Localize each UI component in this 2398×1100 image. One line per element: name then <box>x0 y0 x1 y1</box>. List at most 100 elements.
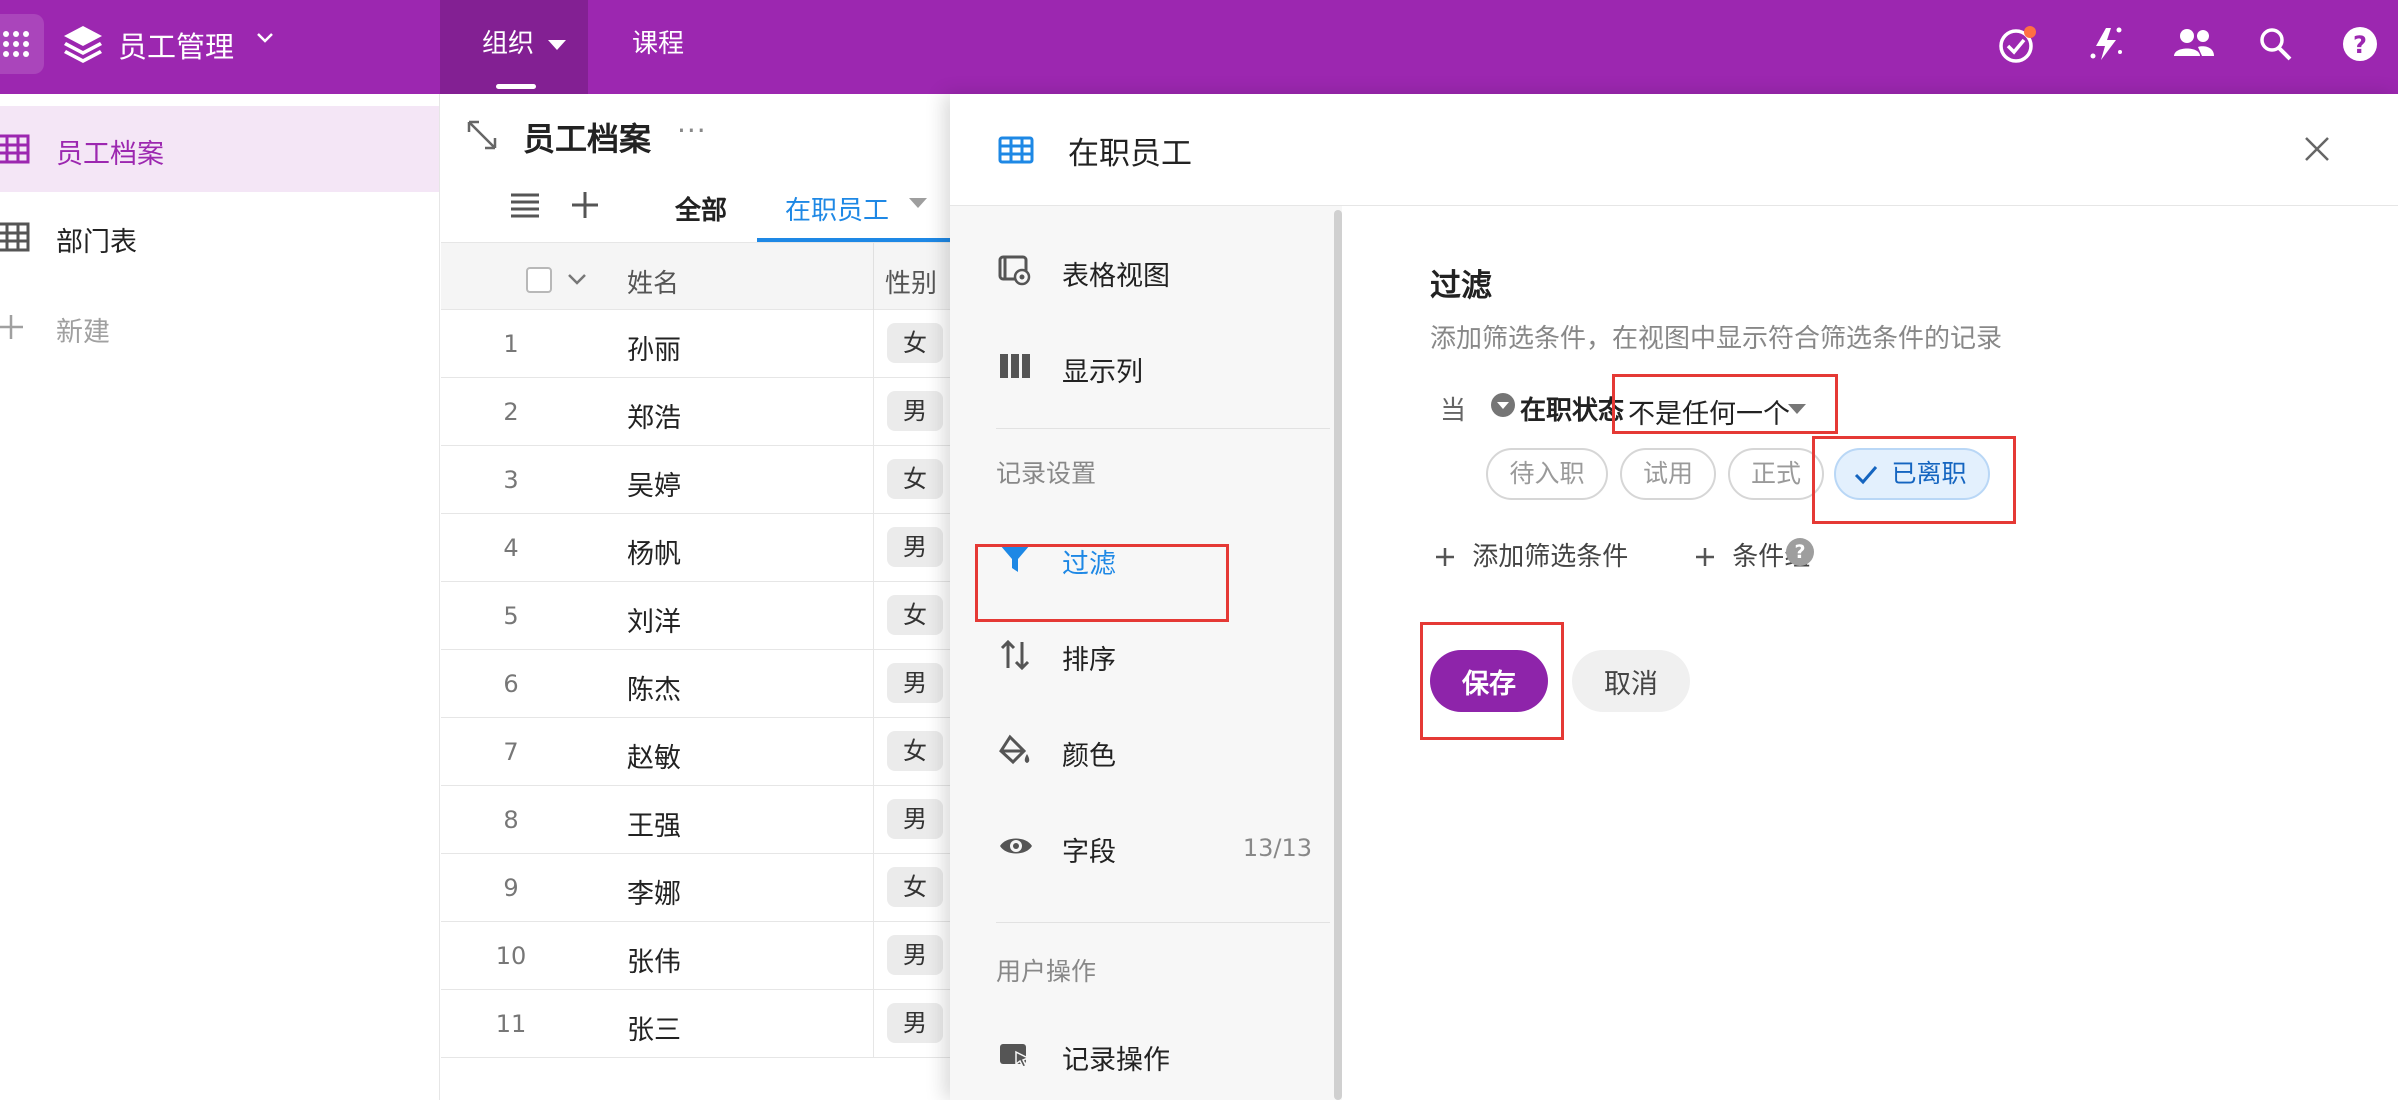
app-name[interactable]: 员工管理 <box>118 24 234 66</box>
sidebar-item-employee-records[interactable]: 员工档案 <box>0 106 439 192</box>
nav-item-fields[interactable]: 字段 13/13 <box>950 804 1330 890</box>
nav-item-color[interactable]: 颜色 <box>950 708 1330 794</box>
caret-down-icon[interactable] <box>909 198 927 208</box>
table-row[interactable]: 1 孙丽 女 <box>441 310 951 378</box>
row-number: 6 <box>503 670 519 698</box>
row-number: 10 <box>495 942 527 970</box>
cell-gender-tag[interactable]: 女 <box>887 459 943 499</box>
option-chip-regular[interactable]: 正式 <box>1728 448 1824 500</box>
cell-name[interactable]: 陈杰 <box>627 668 681 707</box>
table-row[interactable]: 5 刘洋 女 <box>441 582 951 650</box>
cell-name[interactable]: 王强 <box>627 804 681 843</box>
nav-item-label: 字段 <box>1062 837 1116 868</box>
sidebar-item-departments[interactable]: 部门表 <box>0 194 439 280</box>
cell-gender-tag[interactable]: 女 <box>887 867 943 907</box>
sort-icon <box>1000 639 1030 671</box>
column-divider <box>873 243 874 311</box>
cell-gender-tag[interactable]: 女 <box>887 731 943 771</box>
cell-gender-tag[interactable]: 男 <box>887 799 943 839</box>
cell-name[interactable]: 赵敏 <box>627 736 681 775</box>
view-tab-active-employees[interactable]: 在职员工 <box>785 190 889 227</box>
nav-divider <box>996 428 1330 429</box>
table-row[interactable]: 7 赵敏 女 <box>441 718 951 786</box>
team-icon[interactable] <box>2172 22 2216 64</box>
table-row[interactable]: 9 李娜 女 <box>441 854 951 922</box>
table-icon <box>0 222 30 252</box>
nav-item-display-columns[interactable]: 显示列 <box>950 324 1330 410</box>
automation-bolt-icon[interactable] <box>2086 22 2126 64</box>
option-chip-pending[interactable]: 待入职 <box>1486 448 1608 500</box>
table-row[interactable]: 11 张三 男 <box>441 990 951 1058</box>
close-icon[interactable] <box>2302 134 2332 164</box>
table-row[interactable]: 4 杨帆 男 <box>441 514 951 582</box>
cell-name[interactable]: 吴婷 <box>627 464 681 503</box>
filter-description: 添加筛选条件，在视图中显示符合筛选条件的记录 <box>1430 324 2003 354</box>
help-icon[interactable]: ? <box>2340 22 2380 64</box>
apps-grid-button[interactable] <box>0 14 44 74</box>
dropdown-field-icon <box>1491 393 1515 417</box>
view-tab-all[interactable]: 全部 <box>675 190 727 227</box>
option-chip-probation[interactable]: 试用 <box>1620 448 1716 500</box>
chevron-down-icon[interactable] <box>567 273 587 285</box>
svg-text:?: ? <box>2353 31 2367 59</box>
cell-name[interactable]: 张伟 <box>627 940 681 979</box>
cell-name[interactable]: 孙丽 <box>627 328 681 367</box>
cell-name[interactable]: 张三 <box>627 1008 681 1047</box>
row-number: 9 <box>503 874 519 902</box>
more-options-icon[interactable]: ··· <box>677 114 707 147</box>
column-divider <box>873 582 874 649</box>
settings-nav: 表格视图 显示列 记录设置 过滤 排序 颜色 字段 13/13 用户操作 记录操… <box>950 206 1342 1100</box>
add-condition-label: 添加筛选条件 <box>1472 542 1629 572</box>
column-divider <box>873 854 874 921</box>
highlight-box-filter-nav <box>975 544 1229 622</box>
column-header-name[interactable]: 姓名 <box>627 263 679 300</box>
help-icon[interactable]: ? <box>1786 538 1814 566</box>
cell-gender-tag[interactable]: 男 <box>887 1003 943 1043</box>
nav-active-indicator <box>496 84 536 89</box>
chevron-down-icon[interactable] <box>256 32 274 44</box>
table-icon <box>0 134 30 164</box>
table-row[interactable]: 6 陈杰 男 <box>441 650 951 718</box>
cell-gender-tag[interactable]: 男 <box>887 391 943 431</box>
nav-item-table-view[interactable]: 表格视图 <box>950 228 1330 314</box>
cell-name[interactable]: 刘洋 <box>627 600 681 639</box>
table-row[interactable]: 10 张伟 男 <box>441 922 951 990</box>
nav-tab-courses[interactable]: 课程 <box>632 0 684 94</box>
cell-gender-tag[interactable]: 男 <box>887 527 943 567</box>
nav-item-label: 表格视图 <box>1062 261 1170 292</box>
table-panel: 员工档案 ··· 全部 在职员工 姓名 性别 1 孙丽女 2 郑浩男 3 吴婷女 4 杨帆男 5… <box>441 94 951 1100</box>
nav-tab-label: 组织 <box>482 29 535 59</box>
nav-item-label: 颜色 <box>1062 741 1116 772</box>
condition-field[interactable]: 在职状态 <box>1520 390 1624 427</box>
table-row[interactable]: 2 郑浩 男 <box>441 378 951 446</box>
filter-title: 过滤 <box>1430 268 1492 304</box>
cancel-button[interactable]: 取消 <box>1572 650 1690 712</box>
row-number: 3 <box>503 466 519 494</box>
column-header-gender[interactable]: 性别 <box>885 263 937 300</box>
cell-gender-tag[interactable]: 女 <box>887 323 943 363</box>
cell-gender-tag[interactable]: 男 <box>887 935 943 975</box>
column-divider <box>873 786 874 853</box>
nav-tab-organization[interactable]: 组织 <box>440 0 588 94</box>
table-header: 姓名 性别 <box>441 242 951 311</box>
cell-gender-tag[interactable]: 男 <box>887 663 943 703</box>
filter-pane: 过滤 添加筛选条件，在视图中显示符合筛选条件的记录 当 在职状态 不是任何一个 … <box>1342 206 2398 1100</box>
sidebar-new-label: 新建 <box>56 317 110 348</box>
cell-name[interactable]: 郑浩 <box>627 396 681 435</box>
nav-item-sort[interactable]: 排序 <box>950 612 1330 698</box>
add-view-icon[interactable] <box>569 190 601 220</box>
table-row[interactable]: 8 王强 男 <box>441 786 951 854</box>
select-all-checkbox[interactable] <box>526 267 552 293</box>
views-list-icon[interactable] <box>509 190 541 220</box>
cell-gender-tag[interactable]: 女 <box>887 595 943 635</box>
view-settings-dialog: 在职员工 表格视图 显示列 记录设置 过滤 排序 颜色 字段 13/13 用户操… <box>950 94 2398 1100</box>
search-icon[interactable] <box>2256 22 2296 64</box>
expand-arrows-icon[interactable] <box>465 118 499 152</box>
cell-name[interactable]: 李娜 <box>627 872 681 911</box>
table-row[interactable]: 3 吴婷 女 <box>441 446 951 514</box>
sidebar-new-button[interactable]: 新建 <box>0 284 439 370</box>
add-condition-button[interactable]: 添加筛选条件 <box>1434 536 1628 573</box>
cell-name[interactable]: 杨帆 <box>627 532 681 571</box>
nav-scrollbar[interactable] <box>1334 210 1342 1100</box>
nav-item-record-actions[interactable]: 记录操作 <box>950 1012 1330 1098</box>
